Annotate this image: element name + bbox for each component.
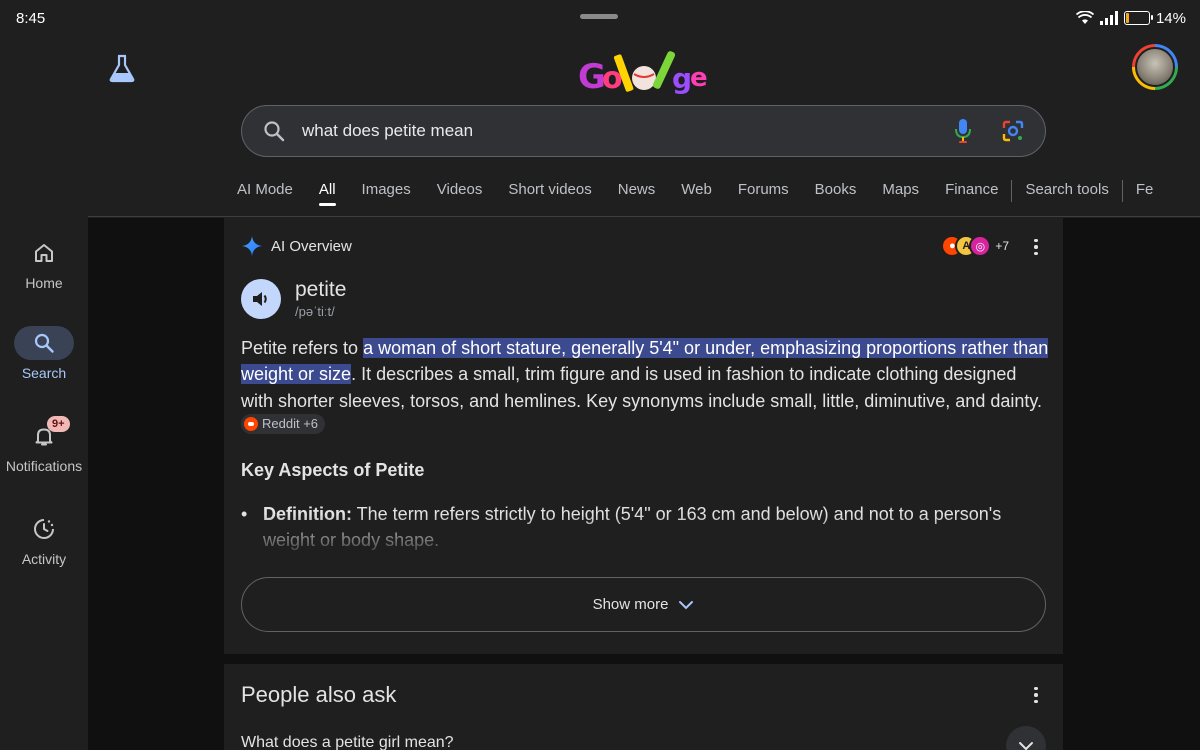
ai-overview-header: AI Overview xyxy=(241,235,352,257)
tab-search-tools[interactable]: Search tools xyxy=(1012,172,1121,216)
dictionary-word: petite xyxy=(295,278,347,301)
show-more-label: Show more xyxy=(592,596,669,613)
paa-question[interactable]: What does a petite girl mean? xyxy=(241,734,454,750)
summary-text-after: . It describes a small, trim figure and … xyxy=(241,364,1043,411)
people-also-ask-card: People also ask What does a petite girl … xyxy=(224,664,1063,750)
nav-item-activity[interactable]: Activity xyxy=(0,512,88,567)
wifi-icon xyxy=(1075,11,1094,24)
svg-text:e: e xyxy=(690,63,708,93)
tab-short-videos[interactable]: Short videos xyxy=(495,172,604,216)
tab-finance[interactable]: Finance xyxy=(932,172,1011,216)
summary-text-before: Petite refers to xyxy=(241,338,364,358)
ai-overview-summary: Petite refers to a woman of short statur… xyxy=(241,335,1051,440)
key-aspects-heading: Key Aspects of Petite xyxy=(241,460,425,480)
status-time: 8:45 xyxy=(16,9,46,27)
reddit-icon xyxy=(244,416,258,431)
battery-icon xyxy=(1123,11,1153,25)
tab-maps[interactable]: Maps xyxy=(869,172,932,216)
google-lens-icon[interactable] xyxy=(999,117,1027,145)
nav-label-search: Search xyxy=(21,365,67,381)
bell-icon: 9+ xyxy=(14,416,74,453)
nav-label-home: Home xyxy=(25,275,63,291)
dictionary-phonetic: /pəˈtiːt/ xyxy=(295,304,335,319)
dictionary-entry: petite /pəˈtiːt/ xyxy=(241,278,346,319)
pronunciation-speaker-icon[interactable] xyxy=(241,278,281,319)
search-nav-icon xyxy=(14,326,74,360)
nav-item-notifications[interactable]: 9+ Notifications xyxy=(0,416,88,474)
nav-item-search[interactable]: Search xyxy=(0,326,88,381)
chevron-down-icon xyxy=(679,600,694,609)
status-icons: 14% xyxy=(1075,9,1186,27)
search-tabs: AI Mode All Images Videos Short videos N… xyxy=(224,172,1200,218)
nav-label-notifications: Notifications xyxy=(5,458,83,474)
tab-books[interactable]: Books xyxy=(802,172,870,216)
top-bar: G o g e xyxy=(0,36,1200,100)
tabs-divider-line xyxy=(88,216,1200,217)
more-options-icon[interactable] xyxy=(1026,684,1046,706)
ai-overview-label: AI Overview xyxy=(271,237,352,255)
tab-news[interactable]: News xyxy=(605,172,669,216)
nav-item-home[interactable]: Home xyxy=(0,236,88,291)
drag-handle[interactable] xyxy=(580,14,618,19)
search-bar xyxy=(241,105,1046,157)
more-options-icon[interactable] xyxy=(1026,236,1046,258)
instagram-source-icon: ◎ xyxy=(969,235,992,257)
source-avatars[interactable]: ● A ◎ +7 xyxy=(941,235,1009,257)
sparkle-icon xyxy=(242,236,262,256)
tab-web[interactable]: Web xyxy=(668,172,725,216)
activity-history-icon xyxy=(14,512,74,546)
labs-flask-icon[interactable] xyxy=(106,52,138,84)
sources-more-count: +7 xyxy=(995,239,1009,253)
source-chip-reddit[interactable]: Reddit +6 xyxy=(241,413,326,434)
search-icon[interactable] xyxy=(260,117,288,145)
source-chip-label: Reddit +6 xyxy=(262,415,319,431)
tab-forums[interactable]: Forums xyxy=(725,172,802,216)
account-avatar[interactable] xyxy=(1132,44,1178,90)
tab-images[interactable]: Images xyxy=(349,172,424,216)
home-icon xyxy=(14,236,74,270)
battery-percent: 14% xyxy=(1155,9,1186,27)
microphone-icon[interactable] xyxy=(949,117,977,145)
search-input[interactable] xyxy=(302,121,949,141)
tab-all[interactable]: All xyxy=(306,172,349,216)
people-also-ask-title: People also ask xyxy=(241,682,397,707)
show-more-button[interactable]: Show more xyxy=(241,577,1046,632)
tab-videos[interactable]: Videos xyxy=(424,172,496,216)
tab-ai-mode[interactable]: AI Mode xyxy=(224,172,306,216)
notification-badge: 9+ xyxy=(47,416,70,432)
chevron-down-icon[interactable] xyxy=(1006,726,1046,750)
google-doodle-logo[interactable]: G o g e xyxy=(572,44,714,102)
signal-icon xyxy=(1099,11,1118,25)
side-navigation: Home Search 9+ Notifications Activity xyxy=(0,218,88,750)
nav-label-activity: Activity xyxy=(21,551,67,567)
tab-feedback[interactable]: Fe xyxy=(1123,172,1167,216)
ai-overview-card: AI Overview ● A ◎ +7 petite /pəˈtiːt/ Pe… xyxy=(224,218,1063,654)
